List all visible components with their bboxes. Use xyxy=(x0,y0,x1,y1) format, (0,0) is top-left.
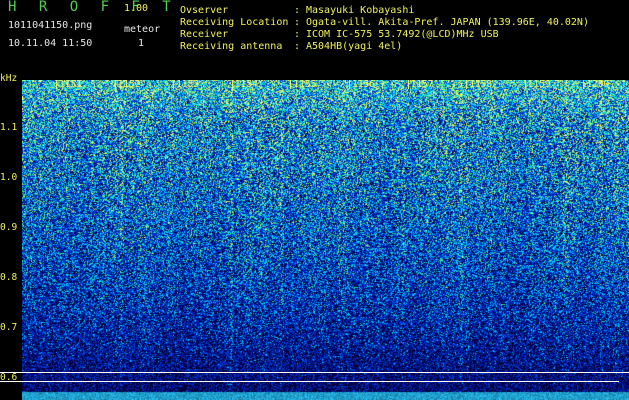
time-tick: 1157 xyxy=(407,79,434,90)
tick-mark xyxy=(524,80,526,89)
time-tick: 1159 xyxy=(524,79,551,90)
time-tick-label: 1158 xyxy=(469,79,493,90)
app-title: H R O F F T xyxy=(8,0,178,15)
time-tick: 1152 xyxy=(114,79,141,90)
meteor-count: 1 xyxy=(138,38,145,49)
time-tick: 1153 xyxy=(173,80,199,89)
antenna-value: A504HB(yagi 4el) xyxy=(306,41,403,52)
observer-value: Masayuki Kobayashi xyxy=(306,5,415,16)
location-value: Ogata-vill. Akita-Pref. JAPAN (139.96E, … xyxy=(306,17,589,28)
time-tick: 1155 xyxy=(290,80,316,89)
y-tick-label: 1.1 xyxy=(0,122,18,133)
receiver-value: ICOM IC-575 53.7492(@LCD)MHz USB xyxy=(306,29,499,40)
tick-mark xyxy=(583,80,585,89)
time-tick-label: 1155 xyxy=(293,79,317,90)
separator: : xyxy=(294,5,301,16)
receiver-key: Receiver xyxy=(180,29,229,40)
tick-mark xyxy=(231,80,233,89)
separator: : xyxy=(294,29,301,40)
y-tick-label: 1.0 xyxy=(0,172,18,183)
file-name: 1011041150.png xyxy=(8,20,93,31)
time-tick-label: 1151 xyxy=(59,79,82,90)
antenna-key: Receiving antenna xyxy=(180,41,283,52)
time-tick-label: 1154 xyxy=(234,79,258,90)
mode-label: meteor xyxy=(124,24,161,35)
tick-mark xyxy=(114,80,116,89)
tick-mark xyxy=(407,80,409,89)
reference-line xyxy=(0,381,619,382)
observer-key: Ovserver xyxy=(180,5,229,16)
reference-line xyxy=(0,372,629,373)
time-tick: 1156 xyxy=(349,80,375,89)
time-tick-label: 1152 xyxy=(117,79,141,90)
separator: : xyxy=(294,41,301,52)
tick-mark xyxy=(349,80,350,89)
location-key: Receiving Location xyxy=(180,17,289,28)
y-tick-label: 0.7 xyxy=(0,322,18,333)
time-tick: 1151 xyxy=(56,80,82,89)
time-tick-label: 1153 xyxy=(176,79,200,90)
tick-mark xyxy=(56,80,57,89)
time-tick-label: 1159 xyxy=(527,79,551,90)
date-time: 10.11.04 11:50 xyxy=(8,38,93,49)
y-tick-label: 0.8 xyxy=(0,272,18,283)
time-tick-label: 1156 xyxy=(352,79,375,90)
time-tick-label: 1200 xyxy=(586,79,610,90)
time-tick-label: 1157 xyxy=(410,79,434,90)
tick-mark xyxy=(466,80,468,89)
time-tick: 1200 xyxy=(583,80,609,89)
tick-mark xyxy=(290,80,292,89)
time-tick: 1154 xyxy=(231,79,258,90)
spectrogram xyxy=(22,80,629,400)
tick-mark xyxy=(173,80,175,89)
y-axis-unit: kHz xyxy=(0,73,18,84)
y-tick-label: 0.9 xyxy=(0,222,18,233)
time-tick: 1158 xyxy=(466,80,492,89)
separator: : xyxy=(294,17,301,28)
app-version: 1.00 xyxy=(124,3,149,14)
